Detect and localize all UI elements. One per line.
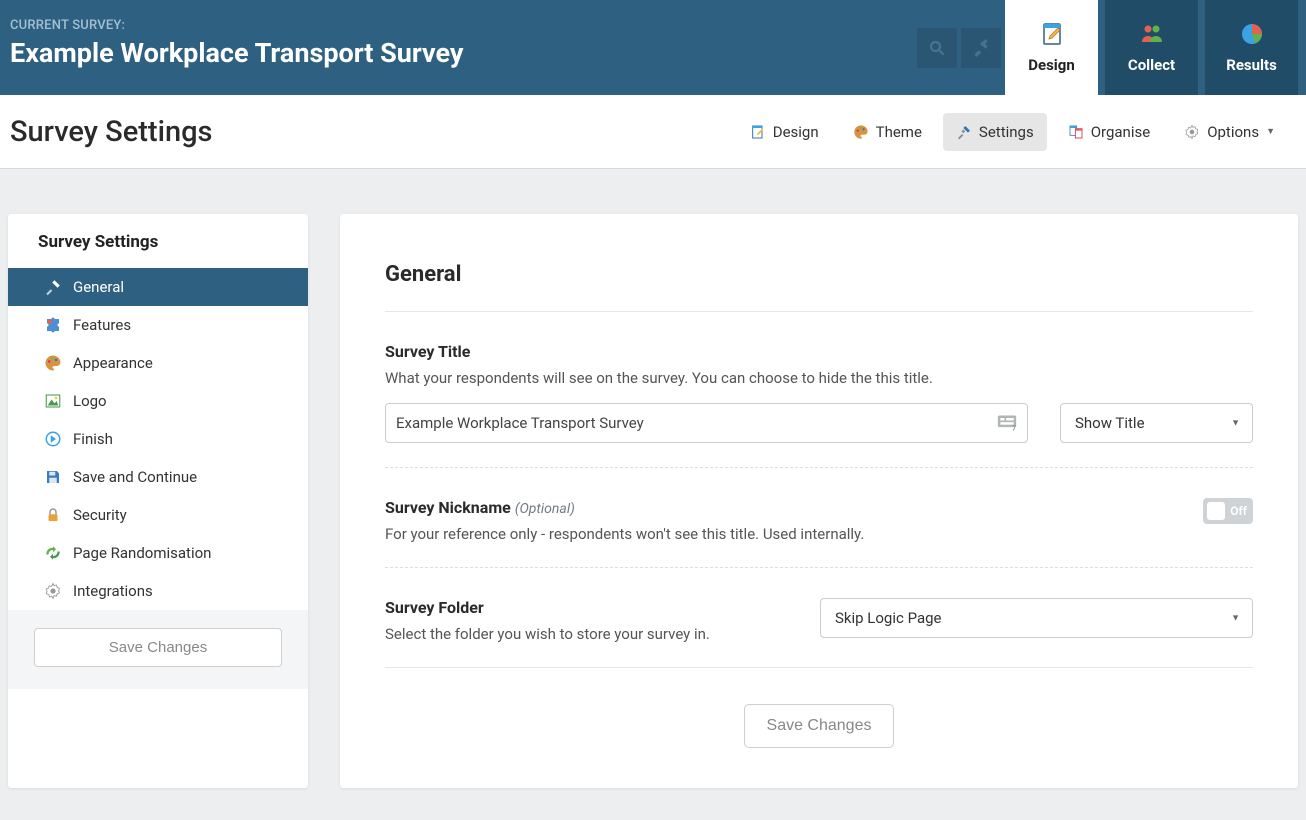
sidebar-item-label: Integrations <box>73 582 153 600</box>
sidebar-item-label: Features <box>73 316 131 334</box>
header-icon-buttons <box>917 0 1001 95</box>
piping-icon[interactable]: 7 <box>997 414 1017 432</box>
survey-name: Example Workplace Transport Survey <box>10 37 907 69</box>
sidebar-footer: Save Changes <box>8 610 308 689</box>
wrench-hammer-icon <box>956 124 972 140</box>
row-nickname: Survey Nickname (Optional) For your refe… <box>385 468 1253 568</box>
tools-button[interactable] <box>961 28 1001 68</box>
chevron-down-icon: ▼ <box>1266 126 1275 137</box>
sidebar-save-button[interactable]: Save Changes <box>34 628 282 667</box>
main-tabs: Design Collect Results <box>1005 0 1306 95</box>
content-card: General Survey Title What your responden… <box>340 214 1298 788</box>
header-info: CURRENT SURVEY: Example Workplace Transp… <box>0 0 917 95</box>
sidebar-item-security[interactable]: Security <box>8 496 308 534</box>
survey-title-value: Example Workplace Transport Survey <box>396 414 644 432</box>
sidebar-item-integrations[interactable]: Integrations <box>8 572 308 610</box>
design-subtabs: Design Theme Settings Organise Options ▼ <box>737 113 1288 151</box>
sidebar-item-appearance[interactable]: Appearance <box>8 344 308 382</box>
palette-icon <box>853 124 869 140</box>
subtab-settings-label: Settings <box>979 123 1034 141</box>
subtab-settings[interactable]: Settings <box>943 113 1047 151</box>
tab-design[interactable]: Design <box>1005 0 1098 95</box>
design-page-icon <box>1040 22 1064 46</box>
title-visibility-select[interactable]: Show Title <box>1060 403 1253 443</box>
gear-icon <box>1184 124 1200 140</box>
finish-flag-icon <box>44 430 62 448</box>
sidebar-item-finish[interactable]: Finish <box>8 420 308 458</box>
subtab-design-label: Design <box>773 123 819 141</box>
floppy-disk-icon <box>44 468 62 486</box>
subtab-theme[interactable]: Theme <box>840 113 935 151</box>
survey-title-input[interactable]: Example Workplace Transport Survey 7 <box>385 403 1028 443</box>
nickname-label: Survey Nickname (Optional) <box>385 498 1183 517</box>
sidebar-item-label: General <box>73 278 124 296</box>
sidebar-item-label: Security <box>73 506 127 524</box>
row-survey-title: Survey Title What your respondents will … <box>385 312 1253 468</box>
sidebar-title: Survey Settings <box>8 214 308 268</box>
sidebar-item-label: Logo <box>73 392 107 410</box>
folder-selected: Skip Logic Page <box>835 609 942 627</box>
page-title: Survey Settings <box>10 115 212 149</box>
subtab-organise-label: Organise <box>1091 123 1150 141</box>
pie-chart-icon <box>1240 22 1264 46</box>
folder-select[interactable]: Skip Logic Page <box>820 598 1253 638</box>
sidebar-item-features[interactable]: Features <box>8 306 308 344</box>
folder-label: Survey Folder <box>385 598 800 617</box>
content-heading: General <box>385 262 1253 312</box>
tab-results[interactable]: Results <box>1205 0 1298 95</box>
tools-icon <box>972 39 990 57</box>
current-survey-label: CURRENT SURVEY: <box>10 18 907 33</box>
sidebar-item-logo[interactable]: Logo <box>8 382 308 420</box>
svg-text:7: 7 <box>1012 424 1016 433</box>
puzzle-icon <box>44 316 62 334</box>
tab-collect-label: Collect <box>1128 56 1175 74</box>
subtab-options[interactable]: Options ▼ <box>1171 113 1288 151</box>
tab-collect[interactable]: Collect <box>1105 0 1198 95</box>
content-footer: Save Changes <box>385 704 1253 748</box>
tab-design-label: Design <box>1028 56 1075 74</box>
survey-title-label: Survey Title <box>385 342 1253 361</box>
preview-button[interactable] <box>917 28 957 68</box>
tab-results-label: Results <box>1226 56 1277 74</box>
palette-icon <box>44 354 62 372</box>
page-pencil-icon <box>750 124 766 140</box>
organise-pages-icon <box>1068 124 1084 140</box>
nickname-toggle[interactable]: Off <box>1203 498 1253 524</box>
sidebar-item-randomisation[interactable]: Page Randomisation <box>8 534 308 572</box>
subtab-organise[interactable]: Organise <box>1055 113 1163 151</box>
image-icon <box>44 392 62 410</box>
subtab-theme-label: Theme <box>876 123 922 141</box>
sidebar-item-save-continue[interactable]: Save and Continue <box>8 458 308 496</box>
subtab-options-label: Options <box>1207 123 1259 141</box>
sidebar-item-label: Page Randomisation <box>73 544 211 562</box>
nickname-label-text: Survey Nickname <box>385 498 511 517</box>
sidebar-item-general[interactable]: General <box>8 268 308 306</box>
toggle-off-label: Off <box>1230 504 1247 518</box>
sidebar-item-label: Finish <box>73 430 113 448</box>
magnifier-icon <box>928 39 946 57</box>
tools-icon <box>44 278 62 296</box>
subtab-design[interactable]: Design <box>737 113 832 151</box>
people-icon <box>1140 22 1164 46</box>
row-folder: Survey Folder Select the folder you wish… <box>385 568 1253 668</box>
top-header: CURRENT SURVEY: Example Workplace Transp… <box>0 0 1306 95</box>
settings-sidebar: Survey Settings General Features Appeara… <box>8 214 308 788</box>
shuffle-arrows-icon <box>44 544 62 562</box>
sidebar-item-label: Save and Continue <box>73 468 197 486</box>
survey-title-help: What your respondents will see on the su… <box>385 369 1253 387</box>
gear-icon <box>44 582 62 600</box>
sidebar-item-label: Appearance <box>73 354 153 372</box>
title-visibility-value: Show Title <box>1075 414 1145 432</box>
second-toolbar: Survey Settings Design Theme Settings Or… <box>0 95 1306 169</box>
folder-help: Select the folder you wish to store your… <box>385 625 800 643</box>
nickname-optional: (Optional) <box>515 501 575 517</box>
content-save-button[interactable]: Save Changes <box>744 704 895 748</box>
nickname-help: For your reference only - respondents wo… <box>385 525 1183 543</box>
lock-icon <box>44 506 62 524</box>
